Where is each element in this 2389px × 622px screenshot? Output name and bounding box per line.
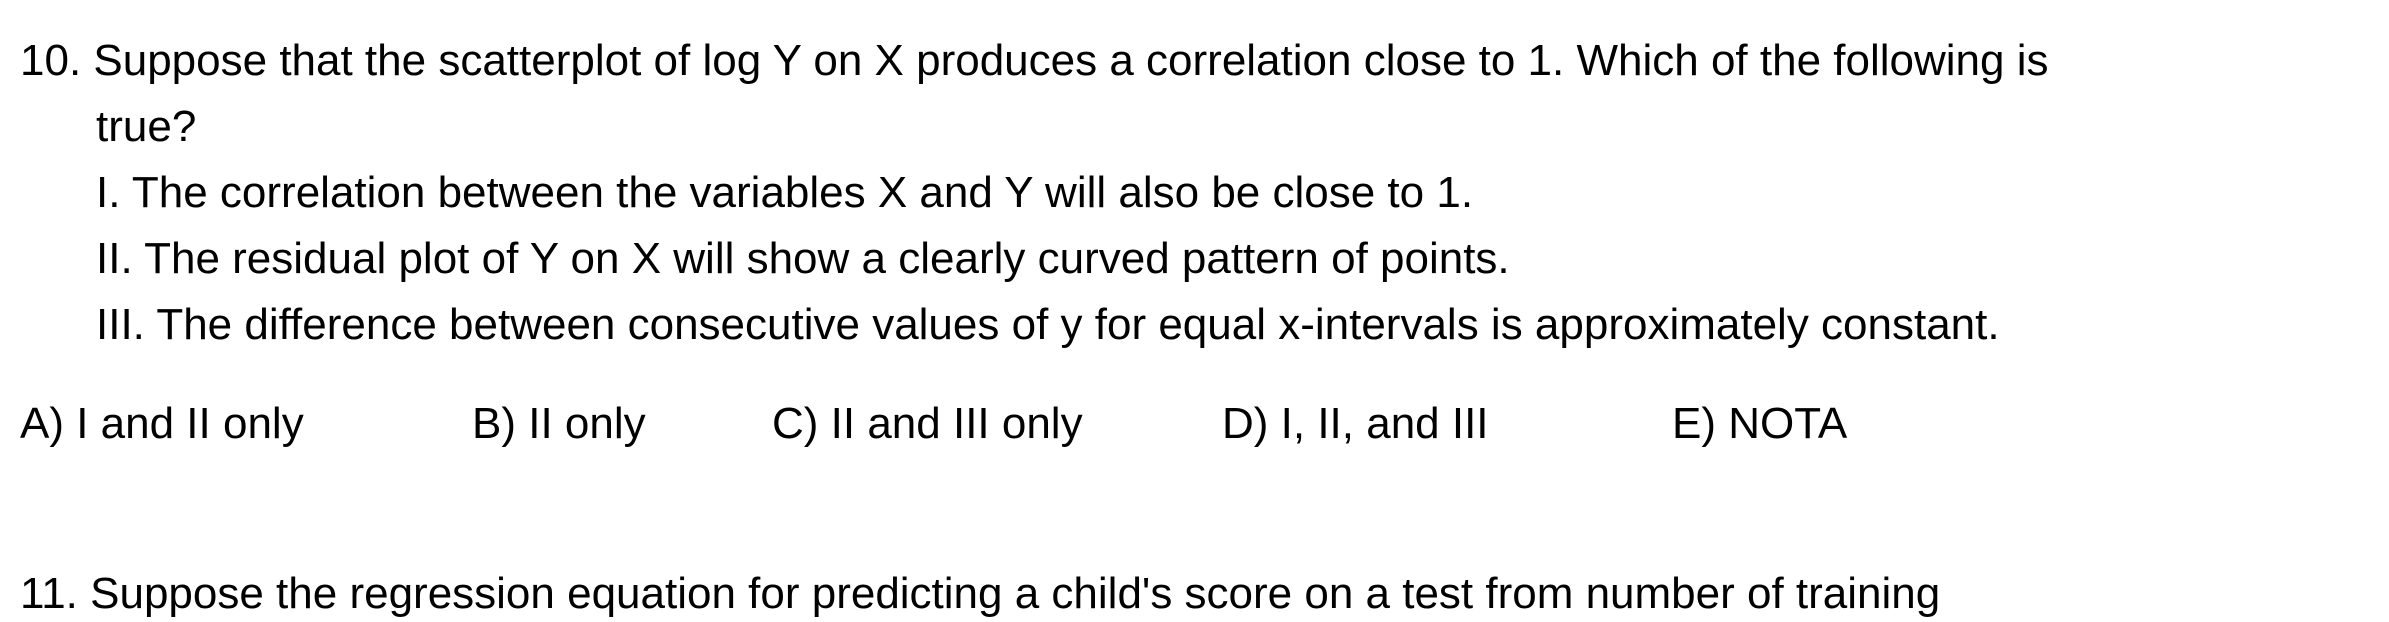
- choice-b: B) II only: [472, 399, 646, 448]
- next-question-partial-line: 11. Suppose the regression equation for …: [20, 569, 1941, 618]
- question-stem-line-1: 10. Suppose that the scatterplot of log …: [20, 36, 2049, 85]
- statement-1: I. The correlation between the variables…: [96, 168, 1474, 217]
- choice-a: A) I and II only: [20, 399, 304, 448]
- statement-3: III. The difference between consecutive …: [96, 300, 2000, 349]
- choice-d: D) I, II, and III: [1222, 399, 1489, 448]
- choice-e: E) NOTA: [1672, 399, 1848, 448]
- worksheet-page: 10. Suppose that the scatterplot of log …: [0, 0, 2389, 618]
- statement-2: II. The residual plot of Y on X will sho…: [96, 234, 1510, 283]
- choice-c: C) II and III only: [772, 399, 1083, 448]
- question-stem-line-2: true?: [96, 102, 197, 151]
